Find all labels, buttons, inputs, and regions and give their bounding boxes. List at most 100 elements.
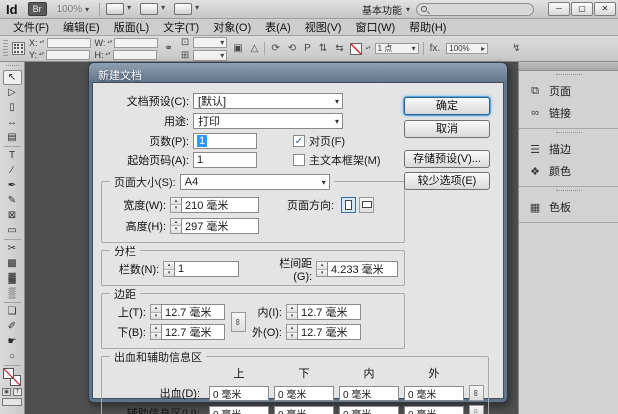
x-field[interactable] [47,38,91,48]
note-tool[interactable]: ❏ [3,304,22,319]
preset-dropdown[interactable]: [默认] ▾ [193,93,343,109]
slug-inside-field[interactable]: 0 毫米 [339,406,399,414]
view-mode-button[interactable] [2,398,22,406]
facing-pages-checkbox[interactable]: ✓ 对页(F) [293,133,345,149]
maximize-button[interactable]: ▢ [571,2,593,16]
selection-tool[interactable]: ↖ [3,70,22,85]
master-frame-checkbox[interactable]: 主文本框架(M) [293,152,381,168]
page-size-dropdown[interactable]: A4 ▾ [180,174,330,190]
dock-collapse-bar[interactable] [519,62,618,71]
menu-file[interactable]: 文件(F) [6,18,56,36]
eyedropper-tool[interactable]: ✐ [3,319,22,334]
bridge-button[interactable]: Br [28,2,47,16]
rectangle-tool[interactable]: ▭ [3,223,22,238]
margin-bottom-stepper[interactable]: ▴▾ [150,324,161,340]
menu-view[interactable]: 视图(V) [298,18,349,36]
bleed-bottom-field[interactable]: 0 毫米 [274,386,334,401]
h-field[interactable] [113,50,157,60]
bleed-link-icon[interactable]: ∞ [469,385,484,401]
fill-swatch[interactable] [3,368,14,379]
constrain-proportions-icon[interactable]: ⚭ [162,43,174,54]
rotate-cw-icon[interactable]: ⟳ [269,43,281,54]
panel-grip[interactable] [3,40,8,58]
margins-link-icon[interactable]: ∞ [231,312,246,332]
margin-inside-field[interactable]: 12.7 毫米 [297,304,361,320]
margin-bottom-field[interactable]: 12.7 毫米 [161,324,225,340]
effects-icon[interactable]: fx. [428,43,443,54]
screen-mode-icon[interactable] [140,3,158,15]
spinner-icon[interactable]: ▴▾ [107,40,112,45]
column-count-stepper[interactable]: ▴▾ [163,261,174,277]
flip-horizontal-icon[interactable]: ⇅ [317,43,329,54]
slug-unlink-icon[interactable]: ∞ [469,405,484,414]
menu-edit[interactable]: 编辑(E) [56,18,107,36]
spinner-icon[interactable]: ▴▾ [40,40,45,45]
workspace-switcher[interactable]: 基本功能 ▾ [362,2,410,17]
menu-window[interactable]: 窗口(W) [348,18,402,36]
panel-drag-handle[interactable] [556,132,582,135]
pages-field[interactable]: 1 [193,133,257,149]
cancel-button[interactable]: 取消 [404,120,490,138]
height-stepper[interactable]: ▴▾ [170,218,181,234]
zoom-tool[interactable]: ○ [3,349,22,364]
panel-drag-handle[interactable] [6,65,19,67]
reference-point-proxy[interactable] [12,42,25,55]
orientation-portrait-button[interactable] [341,197,356,213]
fill-stroke-swatches[interactable] [3,368,21,386]
flip-vertical-icon[interactable]: ⇆ [333,43,345,54]
menu-layout[interactable]: 版面(L) [107,18,156,36]
rotate-ccw-icon[interactable]: ⟲ [286,43,298,54]
gutter-stepper[interactable]: ▴▾ [316,261,327,277]
formatting-text-icon[interactable]: T [13,388,22,396]
panel-drag-handle[interactable] [556,190,582,193]
ok-button[interactable]: 确定 [404,97,490,115]
scale-x-combo[interactable]: ▾ [193,37,227,48]
view-options-icon[interactable] [106,3,124,15]
arrange-documents-icon[interactable] [174,3,192,15]
gradient-feather-tool[interactable]: ▒ [3,286,22,301]
y-field[interactable] [46,50,90,60]
type-tool[interactable]: T [3,148,22,163]
page-tool[interactable]: ▯ [3,100,22,115]
panel-tab-swatches[interactable]: ▦ 色板 [519,196,618,218]
width-field[interactable]: 210 毫米 [181,197,259,213]
spinner-icon[interactable]: ▴▾ [39,52,44,57]
menu-help[interactable]: 帮助(H) [402,18,453,36]
direct-selection-tool[interactable]: ▷ [3,85,22,100]
flip-text-icon[interactable]: P [302,43,313,54]
lock-icon[interactable]: ▣ [231,43,244,54]
content-collector-tool[interactable]: ▤ [3,130,22,145]
margin-outside-stepper[interactable]: ▴▾ [286,324,297,340]
fewer-options-button[interactable]: 较少选项(E) [404,172,490,190]
bleed-top-field[interactable]: 0 毫米 [209,386,269,401]
stroke-color-none-swatch[interactable] [350,43,362,55]
pencil-tool[interactable]: ✎ [3,193,22,208]
orientation-landscape-button[interactable] [359,197,374,213]
free-transform-tool[interactable]: ▩ [3,256,22,271]
minimize-button[interactable]: ─ [548,2,570,16]
scissors-tool[interactable]: ✂ [3,241,22,256]
pen-tool[interactable]: ✒ [3,178,22,193]
panel-tab-stroke[interactable]: ☰ 描边 [519,138,618,160]
height-field[interactable]: 297 毫米 [181,218,259,234]
slug-bottom-field[interactable]: 0 毫米 [274,406,334,414]
slug-top-field[interactable]: 0 毫米 [209,406,269,414]
search-input[interactable] [416,3,534,16]
zoom-level-dropdown[interactable]: 100% ▾ [53,4,94,15]
spinner-icon[interactable]: ▴▾ [106,52,111,57]
close-button[interactable]: ✕ [594,2,616,16]
column-count-field[interactable]: 1 [174,261,239,277]
opacity-combo[interactable]: 100% ▸ [446,43,488,54]
menu-type[interactable]: 文字(T) [156,18,206,36]
menu-object[interactable]: 对象(O) [206,18,258,36]
frame-tool[interactable]: ⊠ [3,208,22,223]
panel-drag-handle[interactable] [556,74,582,77]
margin-inside-stepper[interactable]: ▴▾ [286,304,297,320]
margin-top-stepper[interactable]: ▴▾ [150,304,161,320]
bleed-inside-field[interactable]: 0 毫米 [339,386,399,401]
margin-top-field[interactable]: 12.7 毫米 [161,304,225,320]
w-field[interactable] [114,38,158,48]
gutter-field[interactable]: 4.233 毫米 [327,261,398,277]
slug-outside-field[interactable]: 0 毫米 [404,406,464,414]
bleed-outside-field[interactable]: 0 毫米 [404,386,464,401]
